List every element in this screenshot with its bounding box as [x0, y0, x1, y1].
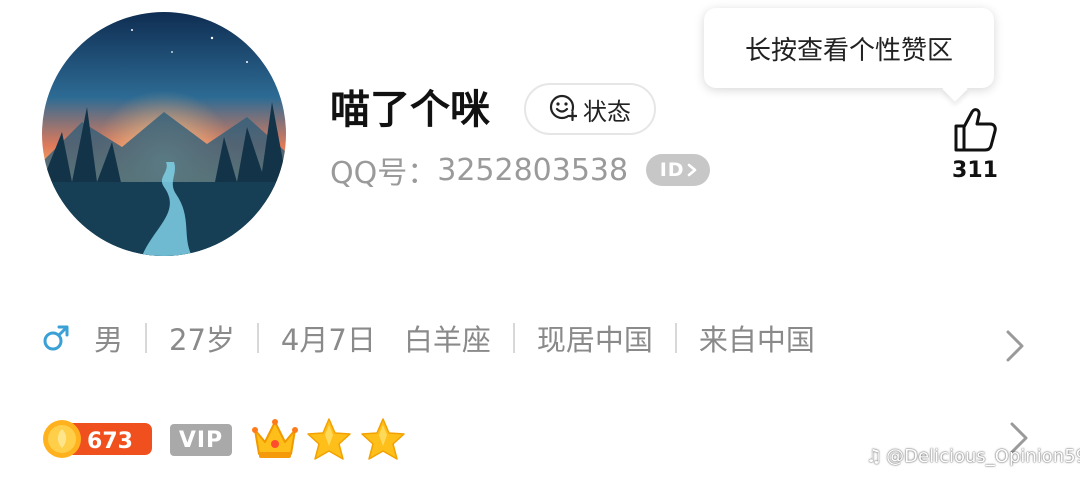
star-icon [306, 416, 352, 466]
status-label: 状态 [583, 97, 631, 126]
location: 现居中国 [536, 323, 653, 357]
level-badge[interactable]: 673 [42, 418, 154, 464]
hometown: 来自中国 [698, 323, 815, 357]
profile-info-row[interactable]: 男 27岁 4月7日 白羊座 现居中国 来自中国 [42, 314, 815, 362]
gender: 男 [94, 323, 124, 357]
crown-icon [250, 414, 300, 466]
divider [256, 323, 259, 353]
like-tooltip-text: 长按查看个性赞区 [744, 35, 953, 66]
age: 27岁 [169, 323, 235, 357]
like-count: 311 [952, 158, 998, 183]
male-icon [42, 324, 70, 352]
status-button[interactable]: 状态 [524, 83, 656, 135]
avatar[interactable] [42, 12, 286, 256]
qq-number-row: QQ号： 3252803538 ID [330, 148, 711, 192]
id-badge-label: ID [659, 159, 685, 181]
watermark: ♫ @Delicious_Opinion59 [866, 446, 1080, 467]
watermark-logo-icon: ♫ [866, 446, 883, 467]
qq-label: QQ号： [330, 156, 438, 191]
vip-label: VIP [178, 427, 224, 453]
like-tooltip: 长按查看个性赞区 [704, 8, 994, 88]
divider [512, 323, 515, 353]
like-button[interactable]: 311 [940, 106, 1010, 196]
divider [674, 323, 677, 353]
chevron-right-icon[interactable] [1000, 326, 1030, 370]
level-number: 673 [87, 429, 133, 454]
chevron-right-icon [687, 163, 696, 177]
star-icon [360, 416, 406, 466]
watermark-text: @Delicious_Opinion59 [886, 446, 1080, 467]
id-badge[interactable]: ID [646, 154, 711, 186]
zodiac: 白羊座 [403, 323, 491, 357]
divider [145, 323, 148, 353]
nickname: 喵了个咪 [330, 87, 490, 133]
qq-number: 3252803538 [437, 152, 629, 188]
thumbs-up-icon [954, 108, 997, 152]
status-smiley-icon [549, 93, 578, 125]
birthday: 4月7日 [280, 323, 376, 357]
vip-badge[interactable]: VIP [170, 424, 232, 456]
